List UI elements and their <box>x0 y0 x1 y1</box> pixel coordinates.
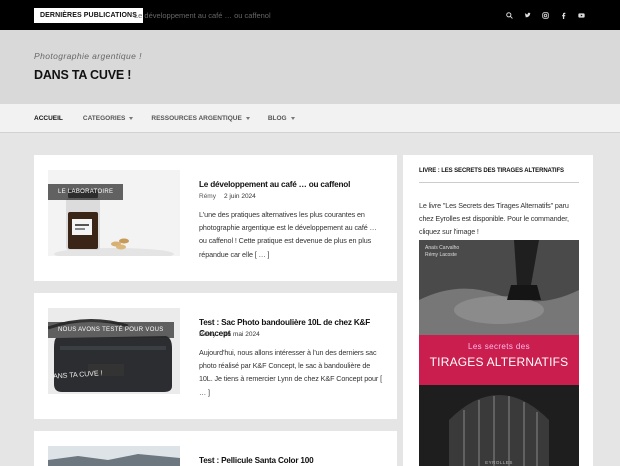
social-icons <box>500 8 590 22</box>
post-date: 15 mai 2024 <box>223 331 260 338</box>
site-header: Photographie argentique ! DANS TA CUVE ! <box>0 30 620 104</box>
book-title-line2: TIRAGES ALTERNATIFS <box>429 355 569 369</box>
post-thumbnail[interactable]: DANS TA CUVE ! <box>48 308 180 394</box>
post-meta: Rémy 15 mai 2024 <box>199 331 260 338</box>
post-title[interactable]: Le développement au café … ou caffenol <box>199 179 384 190</box>
nav-item-blog[interactable]: Blog <box>268 104 295 133</box>
widget-divider <box>419 182 579 183</box>
post-card: Test : Pellicule Santa Color 100 <box>34 431 397 466</box>
twitter-icon[interactable] <box>518 8 536 22</box>
book-publisher: EYROLLES <box>485 460 513 465</box>
nav-item-categories[interactable]: Categories <box>83 104 134 133</box>
post-excerpt: Aujourd'hui, nous allons intéresser à l'… <box>199 348 383 397</box>
nav-item-label: Accueil <box>34 115 63 122</box>
nav-item-label: Blog <box>267 115 287 122</box>
instagram-icon[interactable] <box>536 8 554 22</box>
category-label[interactable]: Nous avons testé pour vous <box>48 322 174 338</box>
nav-item-accueil[interactable]: Accueil <box>34 104 63 133</box>
post-meta: Rémy 2 juin 2024 <box>199 193 256 200</box>
post-title[interactable]: Test : Pellicule Santa Color 100 <box>199 455 384 466</box>
site-tagline: Photographie argentique ! <box>34 51 142 61</box>
sidebar-book-widget: Livre : Les secrets des tirages alternat… <box>403 155 593 466</box>
post-thumbnail[interactable] <box>48 446 180 466</box>
post-card: DANS TA CUVE ! Nous avons testé pour vou… <box>34 293 397 419</box>
book-authors: Anaïs Carvalho Rémy Lacoste <box>425 245 460 258</box>
book-title-line1: Les secrets des <box>467 342 531 351</box>
post-card: Le laboratoire Le développement au café … <box>34 155 397 281</box>
caret-down-icon <box>129 117 134 120</box>
youtube-icon[interactable] <box>572 8 590 22</box>
nav-item-ressources-argentique[interactable]: Ressources argentique <box>151 104 250 133</box>
post-thumbnail[interactable] <box>48 170 180 256</box>
widget-title: Livre : Les secrets des tirages alternat… <box>419 168 564 174</box>
latest-post-ticker[interactable]: Le développement au café … ou caffenol <box>134 8 271 23</box>
facebook-icon[interactable] <box>554 8 572 22</box>
category-label[interactable]: Le laboratoire <box>48 184 124 200</box>
caret-down-icon <box>245 117 250 120</box>
book-cover-image[interactable]: Anaïs Carvalho Rémy Lacoste Les secrets … <box>419 240 579 466</box>
nav-item-label: Ressources argentique <box>151 115 242 122</box>
caret-down-icon <box>290 117 295 120</box>
widget-text: Le livre "Les Secrets des Tirages Altern… <box>419 201 569 237</box>
search-icon[interactable] <box>500 8 518 22</box>
post-author[interactable]: Rémy <box>199 193 216 200</box>
site-title[interactable]: DANS TA CUVE ! <box>34 68 131 82</box>
post-date: 2 juin 2024 <box>223 193 256 200</box>
main-navigation: Accueil Categories Ressources argentique… <box>0 104 620 133</box>
post-author[interactable]: Rémy <box>199 331 216 338</box>
top-bar: Dernières publications Le développement … <box>0 0 620 30</box>
nav-item-label: Categories <box>82 115 126 122</box>
post-excerpt: L'une des pratiques alternatives les plu… <box>199 210 377 259</box>
latest-posts-badge: Dernières publications <box>34 8 143 23</box>
